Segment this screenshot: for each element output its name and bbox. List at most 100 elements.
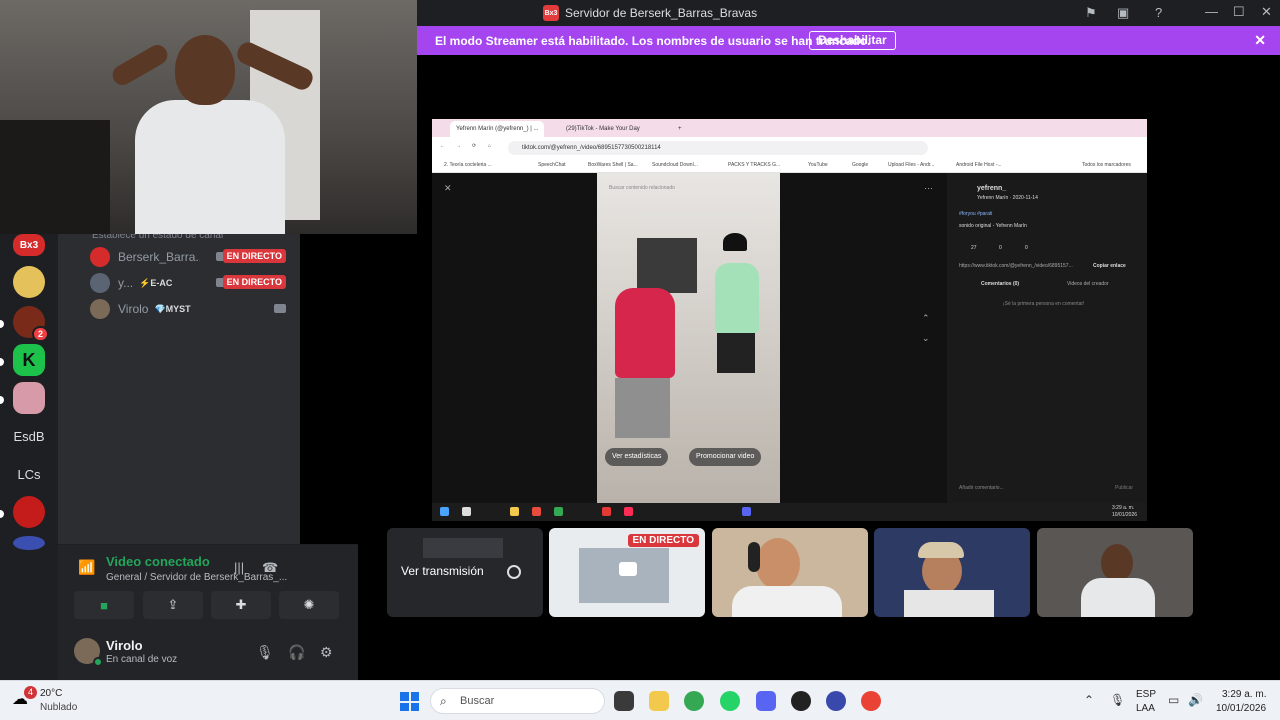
user-name[interactable]: Virolo (106, 638, 143, 653)
weather-condition[interactable]: Nublado (40, 702, 77, 713)
tiktok-page: ✕ Buscar contenido relacionado Ver estad… (432, 173, 1147, 503)
sound-board-icon[interactable]: ||| (234, 560, 244, 575)
whatsapp-icon[interactable] (720, 691, 740, 711)
hashtags[interactable]: #foryou #parati (959, 211, 992, 217)
clock-time[interactable]: 3:29 a. m. (1222, 689, 1266, 700)
watch-stream-tile[interactable]: Ver transmisión (387, 528, 543, 617)
watch-stream-label[interactable]: Ver transmisión (401, 564, 521, 582)
voice-location[interactable]: General / Servidor de Berserk_Barras_... (106, 572, 287, 583)
obs-icon[interactable] (791, 691, 811, 711)
maximize-icon[interactable]: ☐ (1233, 4, 1245, 20)
camera-button[interactable]: ■ (74, 591, 134, 619)
signal-icon[interactable]: 📶 (78, 559, 95, 576)
keyboard-layout[interactable]: LAA (1136, 703, 1155, 714)
browser-tab[interactable]: (29)TikTok - Make Your Day (560, 121, 646, 137)
like-count[interactable]: 27 (971, 245, 977, 251)
temperature[interactable]: 20°C (40, 688, 62, 699)
bookmark[interactable]: Android File Host -... (956, 162, 1002, 168)
network-icon[interactable]: ▭ (1168, 693, 1179, 707)
promote-video-button[interactable]: Promocionar video (689, 448, 762, 466)
video-search[interactable]: Buscar contenido relacionado (603, 181, 773, 195)
comment-count[interactable]: 0 (999, 245, 1002, 251)
bookmark[interactable]: SpeechChat (538, 162, 566, 168)
bookmark[interactable]: Soundcloud Downl... (652, 162, 698, 168)
app-icon[interactable] (826, 691, 846, 711)
bookmark[interactable]: 2. Teoría cocteleria ... (444, 162, 492, 168)
banner-close-icon[interactable]: ✕ (1254, 32, 1266, 49)
microphone-icon[interactable]: 🎙 (1110, 693, 1125, 707)
sound-name[interactable]: sonido original - Yefrenn Marín (959, 223, 1027, 229)
disconnect-icon[interactable]: ☎ (262, 560, 278, 576)
soundboard-button[interactable]: ✺ (279, 591, 339, 619)
start-button[interactable] (400, 692, 419, 711)
taskbar-search[interactable]: ⌕ Buscar (430, 688, 605, 714)
server-esdb[interactable]: EsdB (13, 420, 45, 452)
server-lcs[interactable]: LCs (13, 458, 45, 490)
close-window-icon[interactable]: ✕ (1261, 4, 1272, 20)
tab-comments[interactable]: Comentarios (0) (981, 281, 1019, 287)
bookmark[interactable]: Google (852, 162, 868, 168)
volume-icon[interactable]: 🔊 (1188, 693, 1203, 707)
forward-icon[interactable]: → (456, 143, 461, 149)
server-k[interactable]: K (13, 344, 45, 376)
copy-link-button[interactable]: Copiar enlace (1093, 263, 1126, 269)
tab-creator-videos[interactable]: Videos del creador (1067, 281, 1109, 287)
discord-icon[interactable] (756, 691, 776, 711)
tiktok-video[interactable]: Buscar contenido relacionado Ver estadís… (597, 173, 780, 503)
file-explorer-icon[interactable] (649, 691, 669, 711)
publish-button[interactable]: Publicar (1115, 485, 1133, 491)
chrome-icon[interactable] (684, 691, 704, 711)
new-tab-icon[interactable]: + (672, 121, 688, 137)
inbox-icon[interactable]: ▣ (1117, 5, 1129, 21)
language-code[interactable]: ESP (1136, 689, 1156, 700)
bookmark[interactable]: PACKS Y TRACKS G... (728, 162, 780, 168)
microphone-icon[interactable]: 🎙 (256, 644, 274, 661)
reload-icon[interactable]: ⟳ (472, 143, 476, 149)
bookmark[interactable]: YouTube (808, 162, 828, 168)
shared-screen-stream[interactable]: Yefrenn Marín (@yefrenn_) | ... (29)TikT… (432, 119, 1147, 521)
flag-icon[interactable]: ⚑ (1085, 5, 1097, 21)
browser-tab[interactable]: Yefrenn Marín (@yefrenn_) | ... (450, 121, 545, 137)
next-video-icon[interactable]: ⌄ (922, 333, 930, 344)
voice-member[interactable]: Virolo 💎MYST (90, 298, 290, 320)
clock-date[interactable]: 10/01/2026 (1216, 703, 1266, 714)
bookmark[interactable]: BoxWares Shell | Sa... (588, 162, 638, 168)
minimize-icon[interactable]: — (1205, 4, 1218, 19)
app-icon[interactable] (614, 691, 634, 711)
bookmark[interactable]: Upload Files - Andr... (888, 162, 934, 168)
help-icon[interactable]: ? (1155, 5, 1162, 20)
author-name[interactable]: yefrenn_ (977, 185, 1006, 192)
all-bookmarks[interactable]: Todos los marcadores (1082, 162, 1131, 168)
server-bx3[interactable]: Bx3 (13, 234, 45, 256)
voice-member[interactable]: Berserk_Barra... EN DIRECTO (90, 246, 290, 268)
more-options-icon[interactable]: ⋯ (924, 183, 933, 194)
screen-share-button[interactable]: ⇪ (143, 591, 203, 619)
close-video-icon[interactable]: ✕ (444, 183, 452, 194)
address-bar[interactable]: tiktok.com/@yefrenn_/video/6895157730500… (508, 141, 928, 155)
server-red[interactable] (13, 496, 45, 528)
voice-status[interactable]: Video conectado (106, 554, 210, 569)
server-blue[interactable] (13, 536, 45, 550)
view-stats-button[interactable]: Ver estadísticas (605, 448, 669, 466)
home-icon[interactable]: ⌂ (488, 143, 491, 149)
save-count[interactable]: 0 (1025, 245, 1028, 251)
settings-icon[interactable]: ⚙ (320, 644, 333, 661)
show-hidden-icons[interactable]: ⌃ (1084, 693, 1094, 707)
disable-streamer-button[interactable]: Deshabilitar (809, 31, 896, 50)
comment-input[interactable]: Añadir comentario... (959, 485, 1004, 491)
headphones-icon[interactable]: 🎧 (288, 644, 305, 661)
voice-member[interactable]: y... ⚡E-AC EN DIRECTO (90, 272, 290, 294)
prev-video-icon[interactable]: ⌃ (922, 313, 930, 324)
participant-tile[interactable] (874, 528, 1030, 617)
server-emblem[interactable] (13, 266, 45, 298)
server-avatar[interactable] (13, 382, 45, 414)
participant-tile[interactable] (1037, 528, 1193, 617)
server-fire[interactable]: 2 (13, 306, 49, 342)
video-link[interactable]: https://www.tiktok.com/@yefrenn_/video/6… (959, 263, 1073, 269)
back-icon[interactable]: ← (440, 143, 445, 149)
unread-pill (0, 510, 4, 518)
activities-button[interactable]: ✚ (211, 591, 271, 619)
participant-tile[interactable] (712, 528, 868, 617)
chrome-profile-icon[interactable] (861, 691, 881, 711)
stream-tile-live[interactable]: EN DIRECTO (549, 528, 705, 617)
